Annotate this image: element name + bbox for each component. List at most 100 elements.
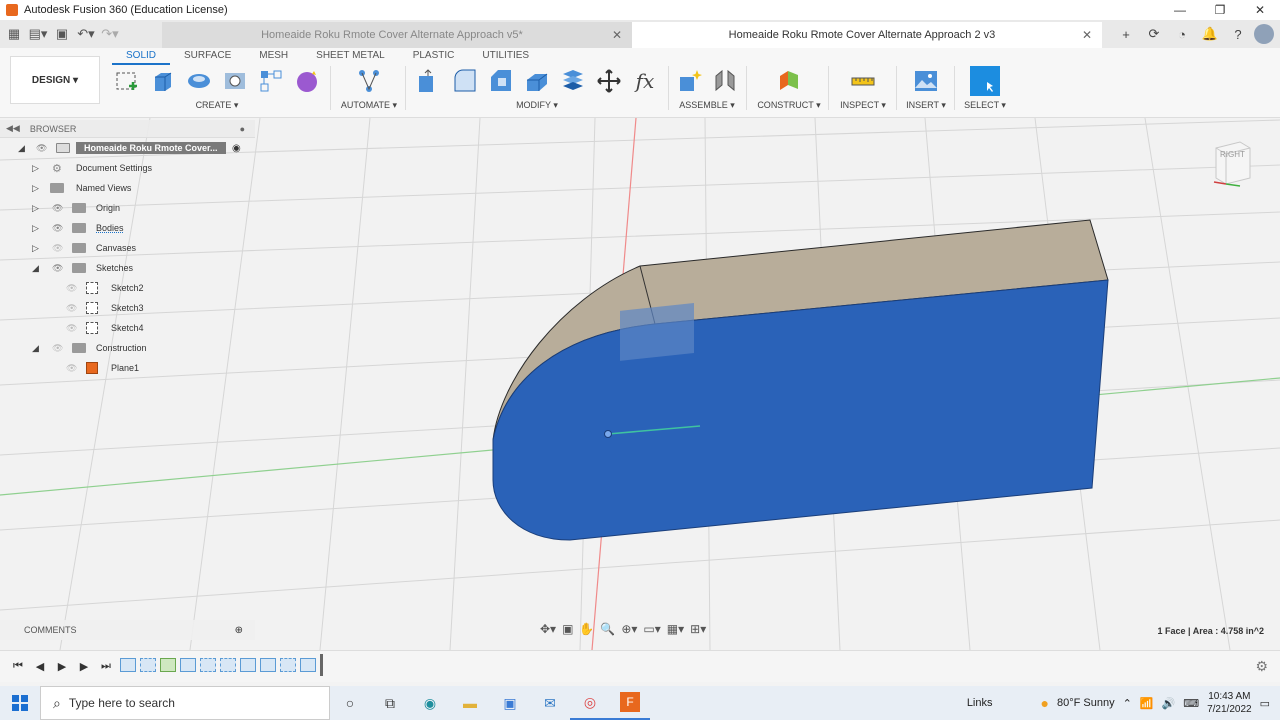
network-icon[interactable]: 📶 <box>1140 697 1154 710</box>
extensions-icon[interactable]: ⟳ <box>1142 22 1166 46</box>
timeline-item[interactable] <box>160 657 176 672</box>
save-icon[interactable]: ▣ <box>52 24 72 44</box>
timeline-item[interactable] <box>180 657 196 672</box>
visibility-eye-icon[interactable]: 👁 <box>52 203 63 214</box>
fillet-icon[interactable] <box>450 66 480 96</box>
hidden-eye-icon[interactable]: 👁 <box>66 363 77 374</box>
browser-item-sketch2[interactable]: 👁 Sketch2 <box>0 278 255 298</box>
store-icon[interactable]: ▣ <box>490 686 530 720</box>
move-copy-icon[interactable] <box>594 66 624 96</box>
close-window-button[interactable]: ✕ <box>1240 0 1280 20</box>
extrude-icon[interactable] <box>148 66 178 96</box>
close-tab-icon[interactable]: ✕ <box>1082 28 1092 42</box>
automate-menu-label[interactable]: AUTOMATE ▾ <box>340 100 398 111</box>
timeline-settings-icon[interactable]: ⚙ <box>1255 658 1268 675</box>
mail-icon[interactable]: ✉ <box>530 686 570 720</box>
parameters-icon[interactable]: fx <box>630 66 660 96</box>
fit-icon[interactable]: ⊕▾ <box>621 622 637 636</box>
timeline-marker[interactable] <box>320 653 323 676</box>
hidden-eye-icon[interactable]: 👁 <box>66 283 77 294</box>
timeline-item[interactable] <box>200 657 216 672</box>
hidden-eye-icon[interactable]: 👁 <box>66 303 77 314</box>
hidden-eye-icon[interactable]: 👁 <box>52 343 63 354</box>
grid-settings-icon[interactable]: ▦▾ <box>667 622 684 636</box>
timeline-item[interactable] <box>140 657 156 672</box>
keyboard-icon[interactable]: ⌨ <box>1183 697 1199 710</box>
design-workspace-button[interactable]: DESIGN ▾ <box>10 56 100 104</box>
job-status-icon[interactable]: ◔ <box>1170 22 1194 46</box>
timeline-item[interactable] <box>280 657 296 672</box>
expand-triangle-icon[interactable]: ▷ <box>32 183 39 194</box>
timeline-item[interactable] <box>220 657 236 672</box>
tab-plastic[interactable]: PLASTIC <box>399 48 469 65</box>
combine-icon[interactable] <box>558 66 588 96</box>
browser-item-bodies[interactable]: ▷ 👁 Bodies <box>0 218 255 238</box>
tab-utilities[interactable]: UTILITIES <box>468 48 543 65</box>
automate-icon[interactable] <box>354 66 384 96</box>
notifications-icon[interactable]: 🔔 <box>1198 22 1222 46</box>
tab-document-v5[interactable]: Homeaide Roku Rmote Cover Alternate Appr… <box>162 22 632 48</box>
step-back-icon[interactable]: ◀ <box>30 660 50 673</box>
view-cube[interactable]: RIGHT <box>1210 138 1256 188</box>
modify-menu-label[interactable]: MODIFY ▾ <box>414 100 660 111</box>
browser-item-sketch3[interactable]: 👁 Sketch3 <box>0 298 255 318</box>
form-icon[interactable] <box>292 66 322 96</box>
taskbar-search-input[interactable]: ⌕ Type here to search <box>40 686 330 720</box>
zoom-icon[interactable]: 🔍 <box>600 622 615 636</box>
pattern-icon[interactable] <box>256 66 286 96</box>
clock[interactable]: 10:43 AM 7/21/2022 <box>1207 690 1252 716</box>
expand-triangle-icon[interactable]: ▷ <box>32 223 39 234</box>
orbit-icon[interactable]: ✥▾ <box>540 622 556 636</box>
file-icon[interactable]: ▤▾ <box>28 24 48 44</box>
file-explorer-icon[interactable]: ▬ <box>450 686 490 720</box>
tab-mesh[interactable]: MESH <box>245 48 302 65</box>
chamfer-icon[interactable] <box>486 66 516 96</box>
go-to-start-icon[interactable]: ⏮ <box>8 660 28 673</box>
cortana-icon[interactable]: ○ <box>330 686 370 720</box>
browser-item-named-views[interactable]: ▷ Named Views <box>0 178 255 198</box>
timeline-item[interactable] <box>240 657 256 672</box>
browser-item-plane1[interactable]: 👁 Plane1 <box>0 358 255 378</box>
collapse-left-icon[interactable]: ◀◀ <box>6 123 20 134</box>
avatar[interactable] <box>1254 24 1274 44</box>
tab-solid[interactable]: SOLID <box>112 48 171 65</box>
hidden-eye-icon[interactable]: 👁 <box>66 323 77 334</box>
collapse-triangle-icon[interactable]: ◢ <box>32 263 39 274</box>
timeline-item[interactable] <box>300 657 316 672</box>
chrome-icon[interactable]: ◎ <box>570 686 610 720</box>
revolve-icon[interactable] <box>184 66 214 96</box>
construct-plane-icon[interactable] <box>774 66 804 96</box>
weather-text[interactable]: 80°F Sunny <box>1057 697 1115 709</box>
look-at-icon[interactable]: ▣ <box>562 622 573 636</box>
task-view-icon[interactable]: ⧉ <box>370 686 410 720</box>
expand-triangle-icon[interactable]: ▷ <box>32 243 39 254</box>
viewports-icon[interactable]: ⊞▾ <box>690 622 706 636</box>
browser-item-document-settings[interactable]: ▷ ⚙ Document Settings <box>0 158 255 178</box>
visibility-eye-icon[interactable]: 👁 <box>52 263 63 274</box>
select-icon[interactable] <box>970 66 1000 96</box>
browser-item-origin[interactable]: ▷ 👁 Origin <box>0 198 255 218</box>
help-icon[interactable]: ? <box>1226 22 1250 46</box>
create-menu-label[interactable]: CREATE ▾ <box>112 100 322 111</box>
collapse-triangle-icon[interactable]: ◢ <box>18 143 25 154</box>
browser-item-canvases[interactable]: ▷ 👁 Canvases <box>0 238 255 258</box>
play-icon[interactable]: ▶ <box>52 660 72 673</box>
press-pull-icon[interactable] <box>414 66 444 96</box>
insert-menu-label[interactable]: INSERT ▾ <box>904 100 948 111</box>
browser-root-row[interactable]: ◢ 👁 Homeaide Roku Rmote Cover... ◉ <box>0 138 255 158</box>
visibility-eye-icon[interactable]: 👁 <box>52 223 63 234</box>
visibility-eye-icon[interactable]: 👁 <box>36 143 47 154</box>
joint-icon[interactable] <box>710 66 739 96</box>
select-menu-label[interactable]: SELECT ▾ <box>962 100 1008 111</box>
browser-item-construction[interactable]: ◢ 👁 Construction <box>0 338 255 358</box>
new-tab-icon[interactable]: + <box>1114 22 1138 46</box>
browser-pin-icon[interactable]: ● <box>240 124 245 134</box>
fusion-taskbar-icon[interactable]: F <box>610 686 650 720</box>
tab-document-2-v3[interactable]: Homeaide Roku Rmote Cover Alternate Appr… <box>632 22 1102 48</box>
create-sketch-icon[interactable] <box>112 66 142 96</box>
undo-icon[interactable]: ↶▾ <box>76 24 96 44</box>
restore-button[interactable]: ❐ <box>1200 0 1240 20</box>
timeline-item[interactable] <box>120 657 136 672</box>
insert-image-icon[interactable] <box>911 66 941 96</box>
comments-panel[interactable]: COMMENTS ⊕ <box>0 620 255 640</box>
